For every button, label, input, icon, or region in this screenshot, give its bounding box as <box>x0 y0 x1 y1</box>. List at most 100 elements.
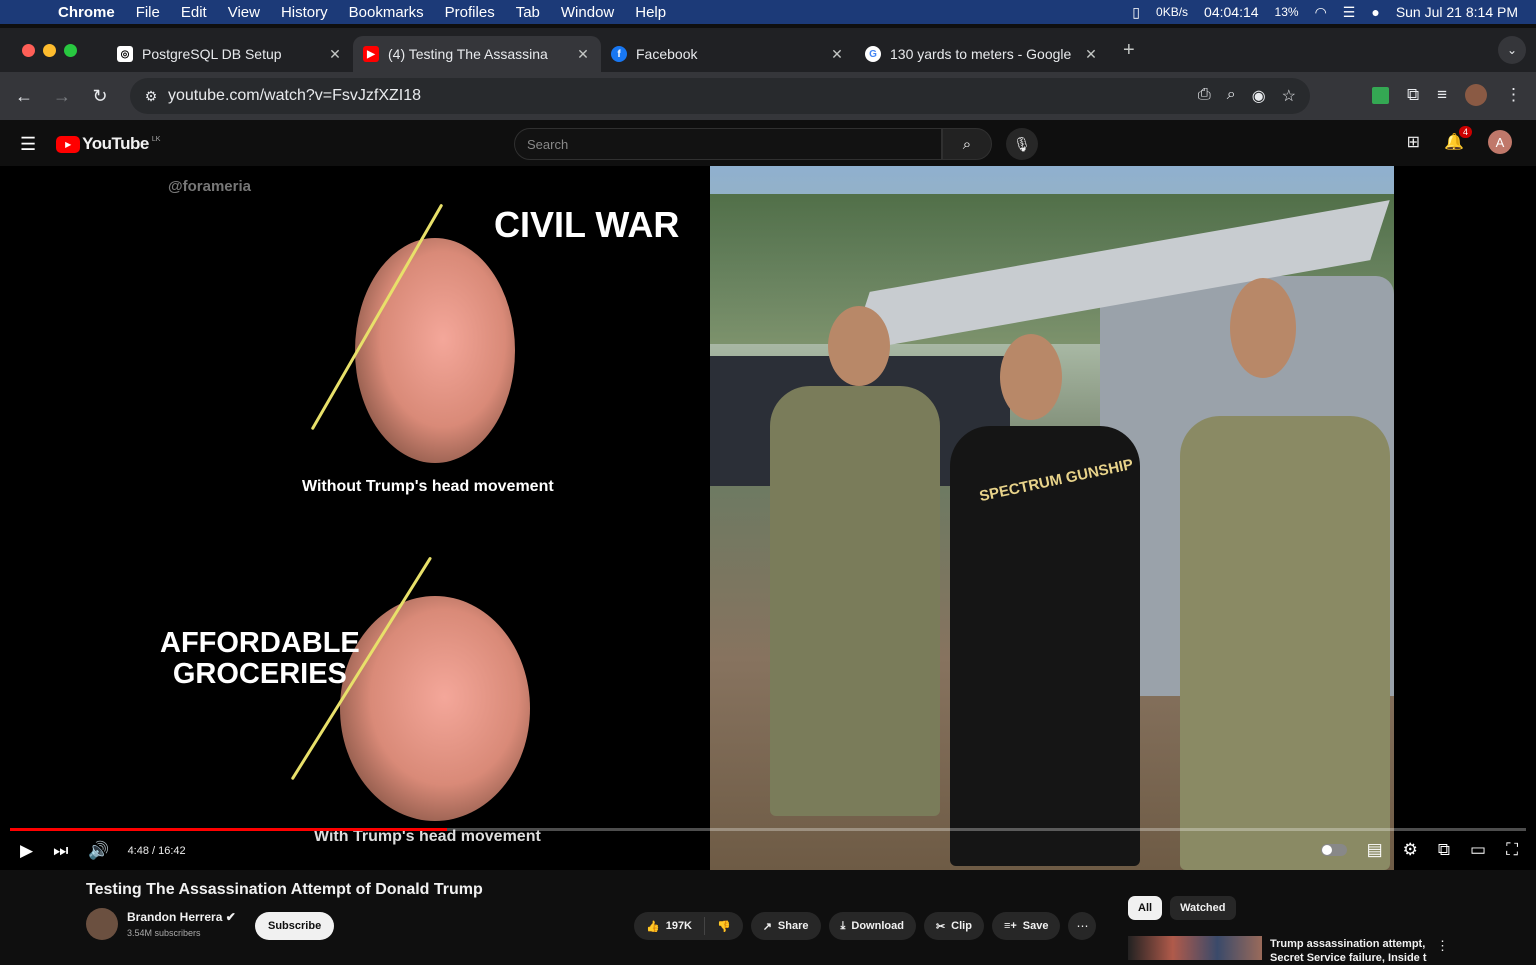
civil-war-label: CIVIL WAR <box>494 204 680 245</box>
minimize-window-button[interactable] <box>43 43 56 57</box>
miniplayer-icon[interactable]: ⧉ <box>1438 840 1450 860</box>
menu-bookmarks[interactable]: Bookmarks <box>349 4 424 21</box>
zoom-window-button[interactable] <box>64 43 77 57</box>
autoplay-toggle[interactable] <box>1320 844 1347 856</box>
tab-title: PostgreSQL DB Setup <box>142 46 282 62</box>
more-actions-icon[interactable]: ⋯ <box>1068 912 1097 940</box>
back-arrow-icon[interactable]: ← <box>10 86 38 107</box>
close-icon[interactable]: ✕ <box>1083 46 1099 63</box>
address-bar[interactable]: ⚙ youtube.com/watch?v=FsvJzfXZI18 ⎙ ⌕ ◉ … <box>130 78 1310 114</box>
profile-avatar[interactable] <box>1465 84 1487 106</box>
menu-profiles[interactable]: Profiles <box>445 4 495 21</box>
install-app-icon[interactable]: ⎙ <box>1198 86 1211 106</box>
facebook-icon: f <box>611 46 627 62</box>
menu-edit[interactable]: Edit <box>181 4 207 21</box>
tab-youtube[interactable]: ▶ (4) Testing The Assassina ✕ <box>353 36 601 72</box>
clip-label: Clip <box>951 920 972 932</box>
video-right-scene: SPECTRUM GUNSHIP <box>710 166 1394 870</box>
theater-mode-icon[interactable]: ▭ <box>1470 840 1486 860</box>
close-icon[interactable]: ✕ <box>327 46 343 63</box>
window-controls <box>22 43 77 57</box>
like-button[interactable]: 👍 197K <box>634 917 705 935</box>
recommended-thumbnail[interactable] <box>1128 936 1262 960</box>
network-speed[interactable]: 0KB/s <box>1156 5 1188 19</box>
mouse-icon[interactable]: ▯ <box>1132 4 1140 21</box>
clip-button[interactable]: ✂ Clip <box>923 912 984 940</box>
tab-search-chevron-icon[interactable]: ⌄ <box>1498 36 1526 64</box>
youtube-logo[interactable]: ▶ YouTube LK <box>56 134 160 154</box>
share-button[interactable]: ↗ Share <box>750 912 821 940</box>
settings-gear-icon[interactable]: ⚙ <box>1403 840 1418 860</box>
close-icon[interactable]: ✕ <box>575 46 591 63</box>
recommended-more-icon[interactable]: ⋮ <box>1436 938 1449 954</box>
menu-file[interactable]: File <box>136 4 160 21</box>
tab-google[interactable]: G 130 yards to meters - Google ✕ <box>855 36 1109 72</box>
menu-app-chrome[interactable]: Chrome <box>58 4 115 21</box>
save-button[interactable]: ≡+ Save <box>991 912 1061 940</box>
battery-percent[interactable]: 13% <box>1275 5 1299 19</box>
download-label: Download <box>851 920 904 932</box>
close-icon[interactable]: ✕ <box>829 46 845 63</box>
extensions-puzzle-icon[interactable]: ⧉ <box>1407 85 1419 105</box>
brain-graphic-top <box>355 238 515 463</box>
site-info-icon[interactable]: ⚙ <box>138 88 164 105</box>
progress-bar[interactable] <box>10 828 1526 831</box>
recommended-title[interactable]: Trump assassination attempt, Secret Serv… <box>1270 937 1430 965</box>
play-icon[interactable]: ▶ <box>20 841 33 861</box>
hamburger-menu-icon[interactable]: ☰ <box>20 134 36 155</box>
subscribe-button[interactable]: Subscribe <box>255 912 335 940</box>
eye-slash-icon[interactable]: ◉ <box>1252 86 1266 106</box>
action-buttons: 👍 197K 👎 ↗ Share ⤓ Download ✂ Clip ≡+ Save ⋯ <box>634 912 1097 940</box>
volume-icon[interactable]: 🔊 <box>88 841 109 861</box>
zoom-icon[interactable]: ⌕ <box>1227 86 1236 106</box>
close-window-button[interactable] <box>22 43 35 57</box>
account-avatar[interactable]: A <box>1488 130 1512 154</box>
chip-all[interactable]: All <box>1128 896 1163 920</box>
tab-facebook[interactable]: f Facebook ✕ <box>601 36 855 72</box>
create-video-icon[interactable]: ⊞ <box>1407 132 1420 152</box>
person-head-right <box>1230 278 1296 378</box>
player-controls: ▶ ⏭ 🔊 4:48 / 16:42 ▤ ⚙ ⧉ ▭ ⛶ <box>0 834 1536 868</box>
channel-name[interactable]: Brandon Herrera ✔ <box>127 910 236 924</box>
dislike-button[interactable]: 👎 <box>705 920 743 933</box>
channel-name-text[interactable]: Brandon Herrera <box>127 910 222 924</box>
logo-wordmark: YouTube <box>82 134 149 153</box>
url-text[interactable]: youtube.com/watch?v=FsvJzfXZI18 <box>168 87 421 105</box>
youtube-header: ☰ ▶ YouTube LK Search ⌕ 🎙 ⊞ 🔔 4 A <box>0 122 1536 166</box>
menu-help[interactable]: Help <box>635 4 666 21</box>
chip-watched[interactable]: Watched <box>1170 896 1236 920</box>
google-icon: G <box>865 46 881 62</box>
microphone-icon[interactable]: 🎙 <box>1006 128 1038 160</box>
search-input[interactable]: Search <box>514 128 942 160</box>
search-icon[interactable]: ⌕ <box>942 128 992 160</box>
menu-tab[interactable]: Tab <box>516 4 540 21</box>
download-button[interactable]: ⤓ Download <box>828 912 916 940</box>
forward-arrow-icon[interactable]: → <box>48 86 76 107</box>
reload-icon[interactable]: ↻ <box>86 86 114 107</box>
tab-postgresql[interactable]: ◎ PostgreSQL DB Setup ✕ <box>107 36 353 72</box>
new-tab-icon[interactable]: + <box>1123 39 1135 62</box>
extension-green-icon[interactable] <box>1371 86 1389 104</box>
next-icon[interactable]: ⏭ <box>53 841 68 861</box>
subtitles-icon[interactable]: ▤ <box>1367 840 1383 860</box>
notifications-bell-icon[interactable]: 🔔 4 <box>1444 126 1472 152</box>
menu-window[interactable]: Window <box>561 4 614 21</box>
bookmark-star-icon[interactable]: ☆ <box>1282 86 1296 106</box>
person-left <box>770 386 940 816</box>
siri-icon[interactable]: ● <box>1371 4 1379 20</box>
control-center-icon[interactable]: ☰ <box>1343 4 1356 21</box>
battery-time[interactable]: 04:04:14 <box>1204 4 1259 20</box>
fullscreen-icon[interactable]: ⛶ <box>1506 840 1518 860</box>
status-area: ▯ 0KB/s 04:04:14 13% ◠ ☰ ● Sun Jul 21 8:… <box>1132 0 1518 24</box>
header-actions: ⊞ 🔔 4 A <box>1407 126 1512 154</box>
media-control-icon[interactable]: ≡ <box>1437 85 1447 105</box>
menu-history[interactable]: History <box>281 4 328 21</box>
channel-avatar[interactable] <box>86 908 118 940</box>
chrome-menu-icon[interactable]: ⋮ <box>1505 85 1522 105</box>
clock[interactable]: Sun Jul 21 8:14 PM <box>1396 4 1518 20</box>
menu-view[interactable]: View <box>228 4 260 21</box>
wifi-icon[interactable]: ◠ <box>1315 4 1327 21</box>
video-player[interactable]: @forameria CIVIL WAR Without Trump's hea… <box>0 166 1536 870</box>
share-label: Share <box>777 920 809 932</box>
video-watermark: @forameria <box>168 178 251 195</box>
